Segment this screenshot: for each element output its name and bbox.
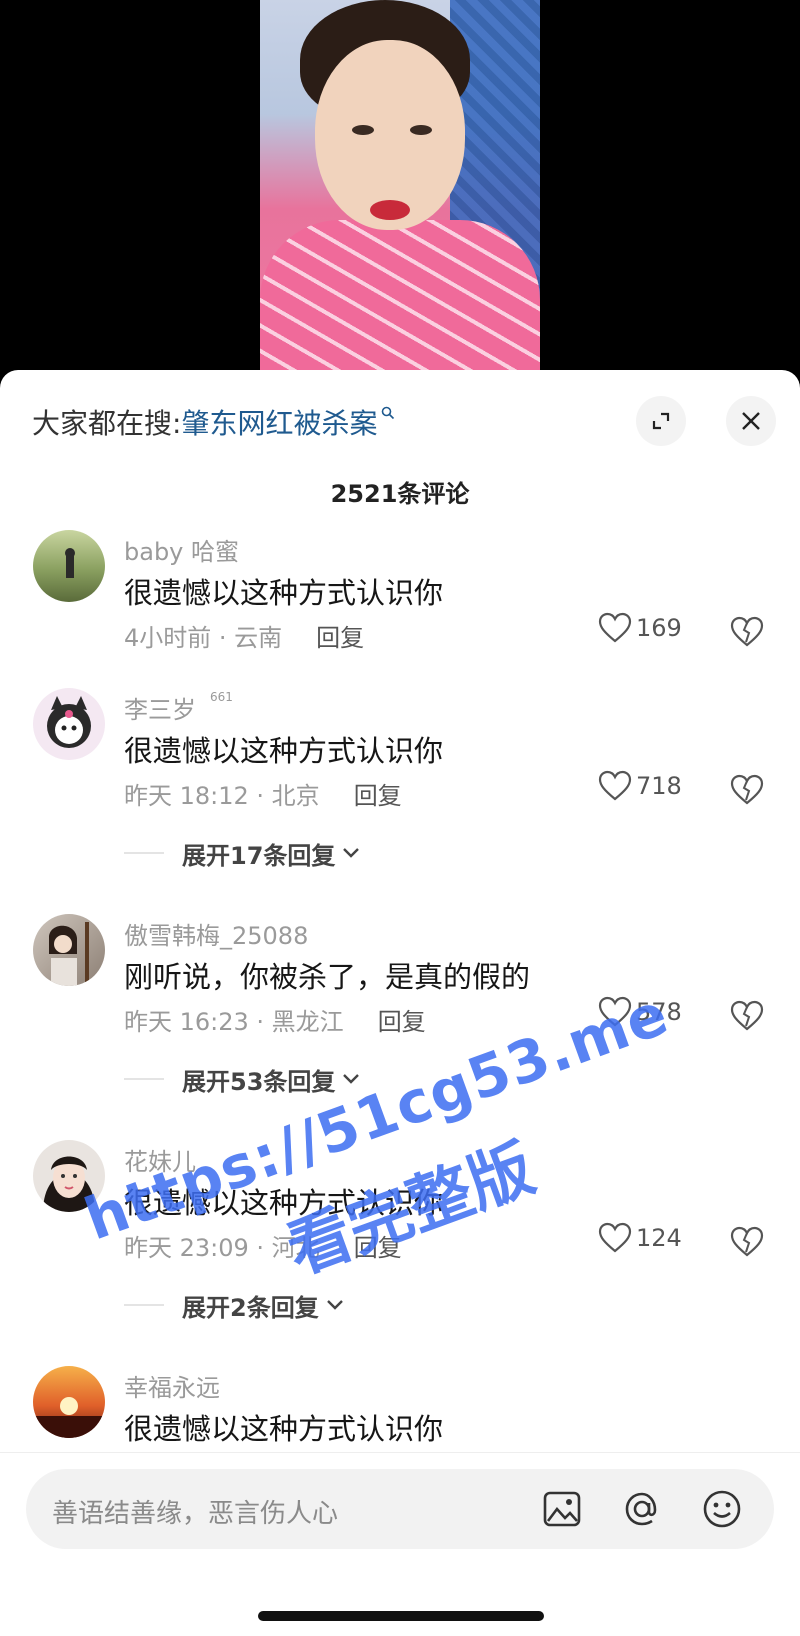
expand-replies-label: 展开53条回复 xyxy=(182,1067,336,1096)
chevron-down-icon xyxy=(326,1300,343,1310)
trending-search-term[interactable]: 肇东网红被杀案 xyxy=(181,402,377,442)
comment-text: 很遗憾以这种方式认识你 xyxy=(124,1186,444,1220)
dislike-button[interactable] xyxy=(730,616,764,652)
comment-input[interactable]: 善语结善缘，恶言伤人心 xyxy=(26,1469,774,1549)
expand-replies-button[interactable]: 展开17条回复 xyxy=(124,836,361,870)
divider-line xyxy=(124,1078,164,1080)
trending-search-label: 大家都在搜: xyxy=(32,407,182,440)
heart-icon xyxy=(598,1222,632,1253)
broken-heart-icon xyxy=(730,1226,764,1257)
expand-button[interactable] xyxy=(636,396,686,446)
like-count: 718 xyxy=(636,772,682,800)
dislike-button[interactable] xyxy=(730,1000,764,1036)
comment-username[interactable]: 李三岁 661 xyxy=(124,690,233,725)
video-person-shirt xyxy=(260,220,540,380)
comment-username-text: 李三岁 xyxy=(124,696,196,724)
search-icon xyxy=(381,404,395,425)
broken-heart-icon xyxy=(730,616,764,647)
expand-replies-button[interactable]: 展开53条回复 xyxy=(124,1062,361,1096)
expand-replies-label: 展开2条回复 xyxy=(182,1293,319,1322)
reply-button[interactable]: 回复 xyxy=(354,1234,402,1262)
like-count: 578 xyxy=(636,998,682,1026)
broken-heart-icon xyxy=(730,1000,764,1031)
comment-item: baby 哈蜜 很遗憾以这种方式认识你 4小时前 · 云南 回复 169 xyxy=(0,530,800,653)
comment-count: 2521条评论 xyxy=(330,480,470,508)
like-count: 169 xyxy=(636,614,682,642)
comment-item: 花妹儿 很遗憾以这种方式认识你 昨天 23:09 · 河北 回复 124 xyxy=(0,1140,800,1263)
close-icon xyxy=(742,412,760,430)
like-button[interactable]: 124 xyxy=(598,1222,682,1254)
video-person-mouth xyxy=(370,200,410,220)
user-badge: 661 xyxy=(210,690,233,704)
comment-time-location: 昨天 23:09 · 河北 xyxy=(124,1234,320,1262)
chevron-down-icon xyxy=(343,1074,360,1084)
dislike-button[interactable] xyxy=(730,1226,764,1262)
expand-icon xyxy=(652,412,670,430)
heart-icon xyxy=(598,612,632,643)
avatar[interactable] xyxy=(33,530,105,602)
comment-time-location: 昨天 16:23 · 黑龙江 xyxy=(124,1008,344,1036)
reply-button[interactable]: 回复 xyxy=(378,1008,426,1036)
comment-time-location: 4小时前 · 云南 xyxy=(124,624,283,652)
like-count: 124 xyxy=(636,1224,682,1252)
home-indicator[interactable] xyxy=(258,1611,544,1621)
comment-username[interactable]: 傲雪韩梅_25088 xyxy=(124,916,308,951)
reply-button[interactable]: 回复 xyxy=(316,624,364,652)
comment-item: 傲雪韩梅_25088 刚听说，你被杀了，是真的假的 昨天 16:23 · 黑龙江… xyxy=(0,914,800,1037)
comment-text: 很遗憾以这种方式认识你 xyxy=(124,1412,444,1446)
chevron-down-icon xyxy=(343,848,360,858)
close-button[interactable] xyxy=(726,396,776,446)
avatar[interactable] xyxy=(33,688,105,760)
video-person-eye-left xyxy=(352,125,374,135)
emoji-icon[interactable] xyxy=(700,1487,744,1531)
comment-text: 刚听说，你被杀了，是真的假的 xyxy=(124,960,531,994)
comment-meta: 昨天 18:12 · 北京 回复 xyxy=(124,776,402,811)
reply-button[interactable]: 回复 xyxy=(354,782,402,810)
expand-replies-button[interactable]: 展开2条回复 xyxy=(124,1288,345,1322)
comment-text: 很遗憾以这种方式认识你 xyxy=(124,734,444,768)
heart-icon xyxy=(598,770,632,801)
divider-line xyxy=(124,1304,164,1306)
video-person-eye-right xyxy=(410,125,432,135)
comment-meta: 4小时前 · 云南 回复 xyxy=(124,618,364,653)
comment-time-location: 昨天 18:12 · 北京 xyxy=(124,782,320,810)
comment-meta: 昨天 23:09 · 河北 回复 xyxy=(124,1228,402,1263)
heart-icon xyxy=(598,996,632,1027)
video-player[interactable] xyxy=(0,0,800,380)
image-icon[interactable] xyxy=(540,1487,584,1531)
like-button[interactable]: 718 xyxy=(598,770,682,802)
dislike-button[interactable] xyxy=(730,774,764,810)
avatar[interactable] xyxy=(33,914,105,986)
comment-username[interactable]: baby 哈蜜 xyxy=(124,532,239,567)
mention-icon[interactable] xyxy=(620,1487,664,1531)
broken-heart-icon xyxy=(730,774,764,805)
comment-username[interactable]: 幸福永远 xyxy=(124,1368,220,1403)
comment-item: 李三岁 661 很遗憾以这种方式认识你 昨天 18:12 · 北京 回复 718 xyxy=(0,688,800,811)
comment-sheet: 大家都在搜: 肇东网红被杀案 2521条评论 baby 哈蜜 很遗憾以这种方式认… xyxy=(0,370,800,1636)
video-frame xyxy=(260,0,540,380)
comment-input-placeholder: 善语结善缘，恶言伤人心 xyxy=(52,1499,339,1529)
comment-input-bar: 善语结善缘，恶言伤人心 xyxy=(0,1452,800,1636)
comment-text: 很遗憾以这种方式认识你 xyxy=(124,576,444,610)
comment-meta: 昨天 16:23 · 黑龙江 回复 xyxy=(124,1002,426,1037)
divider-line xyxy=(124,852,164,854)
like-button[interactable]: 169 xyxy=(598,612,682,644)
avatar[interactable] xyxy=(33,1140,105,1212)
trending-search[interactable]: 大家都在搜: 肇东网红被杀案 xyxy=(32,400,395,444)
avatar[interactable] xyxy=(33,1366,105,1438)
comment-username[interactable]: 花妹儿 xyxy=(124,1142,196,1177)
like-button[interactable]: 578 xyxy=(598,996,682,1028)
expand-replies-label: 展开17条回复 xyxy=(182,841,336,870)
